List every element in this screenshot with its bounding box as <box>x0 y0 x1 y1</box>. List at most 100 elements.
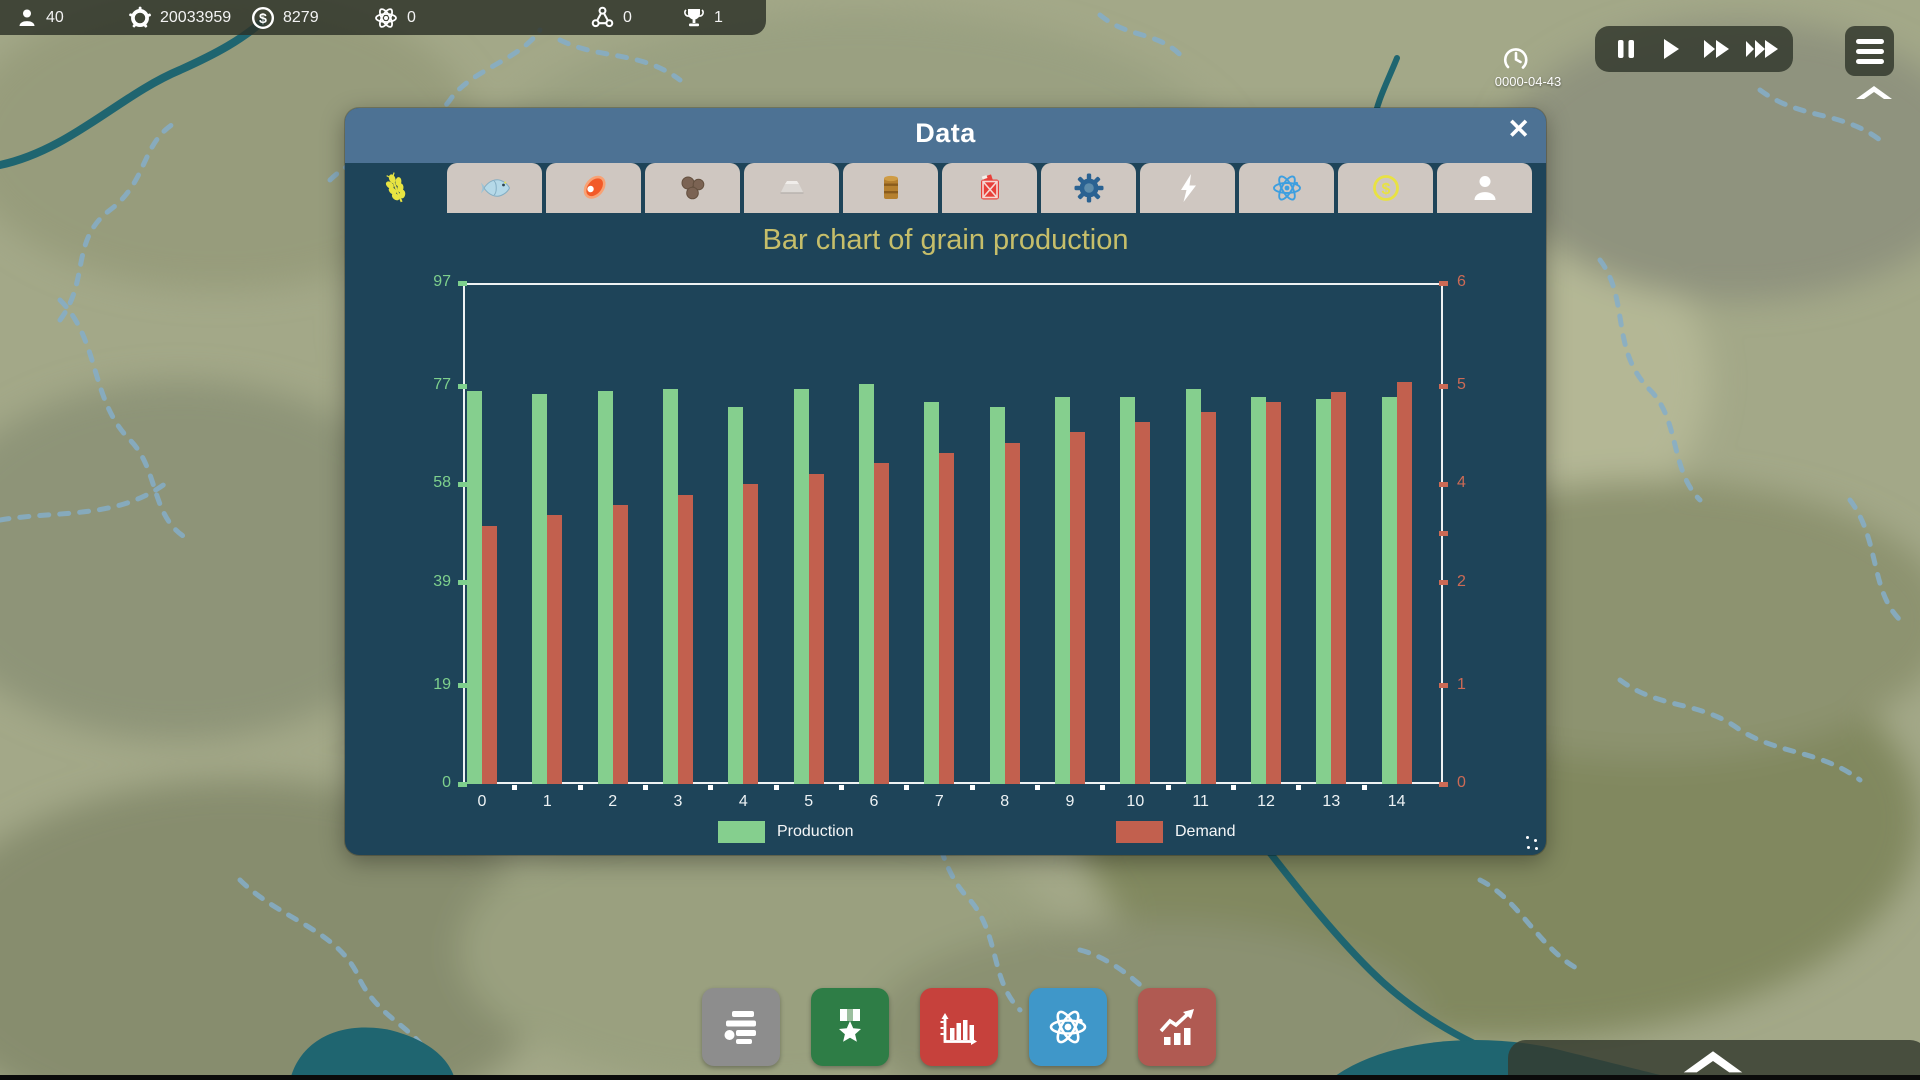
atom-icon <box>373 5 399 31</box>
production-bar <box>1120 397 1135 784</box>
right-axis-tick-label: 2 <box>1457 573 1497 591</box>
info-panel-button[interactable] <box>702 988 780 1066</box>
right-axis-tick <box>1439 580 1448 585</box>
demand-bar <box>547 515 562 784</box>
x-axis-label: 13 <box>1314 793 1348 811</box>
production-bar <box>924 402 939 784</box>
network-icon <box>590 5 615 30</box>
production-bar <box>532 394 547 784</box>
legend-production: Production <box>718 820 854 844</box>
playback-controls <box>1595 26 1793 72</box>
production-bar <box>1186 389 1201 784</box>
chart-layer: 9767755843921910001234567891011121314 <box>345 108 1546 855</box>
right-axis-tick <box>1439 782 1448 787</box>
legend-label: Production <box>777 823 854 841</box>
bottom-right-panel <box>1508 1040 1920 1080</box>
clock-icon <box>1501 44 1531 74</box>
x-axis-label: 1 <box>530 793 564 811</box>
list-icon <box>718 1004 764 1050</box>
resource-value: 8279 <box>283 9 319 27</box>
right-axis-minor-tick <box>1439 531 1448 536</box>
right-axis-tick <box>1439 683 1448 688</box>
fast-forward-button[interactable] <box>1699 31 1735 67</box>
x-axis-label: 6 <box>857 793 891 811</box>
right-axis-tick-label: 6 <box>1457 273 1497 291</box>
pause-button[interactable] <box>1608 31 1644 67</box>
demand-bar <box>482 526 497 784</box>
resource-bar: 40 20033959 $ 8279 <box>0 0 766 35</box>
play-button[interactable] <box>1653 31 1689 67</box>
demand-bar <box>1201 412 1216 784</box>
menu-button[interactable] <box>1845 26 1894 76</box>
x-axis-label: 11 <box>1184 793 1218 811</box>
resource-achievements: 1 <box>682 0 723 35</box>
legend-demand: Demand <box>1116 820 1235 844</box>
left-axis-tick <box>458 580 467 585</box>
demand-bar <box>1005 443 1020 784</box>
fastest-button[interactable] <box>1744 31 1780 67</box>
production-bar <box>728 407 743 784</box>
resource-value: 1 <box>714 9 723 27</box>
demand-bar <box>809 474 824 784</box>
resource-logistics: 0 <box>590 0 632 35</box>
svg-text:$: $ <box>259 11 267 27</box>
x-axis-label: 10 <box>1118 793 1152 811</box>
right-axis-tick <box>1439 384 1448 389</box>
x-axis-label: 14 <box>1380 793 1414 811</box>
demand-bar <box>613 505 628 784</box>
left-axis-tick <box>458 482 467 487</box>
game-screen: 40 20033959 $ 8279 <box>0 0 1920 1080</box>
left-axis-tick-label: 58 <box>411 474 451 492</box>
resize-handle[interactable] <box>1524 836 1538 850</box>
resource-production: 20033959 <box>128 0 231 35</box>
production-bar <box>859 384 874 784</box>
production-bar <box>1316 399 1331 784</box>
dollar-circle-icon: $ <box>251 6 275 30</box>
chevron-up-icon[interactable] <box>1680 1048 1746 1074</box>
demand-bar <box>743 484 758 784</box>
bar-chart-icon <box>936 1004 982 1050</box>
x-axis-label: 9 <box>1053 793 1087 811</box>
right-axis-tick <box>1439 281 1448 286</box>
production-swatch <box>718 821 765 843</box>
left-axis-tick-label: 77 <box>411 376 451 394</box>
achievements-button[interactable] <box>811 988 889 1066</box>
left-axis-tick-label: 97 <box>411 273 451 291</box>
production-bar <box>598 391 613 784</box>
left-axis-tick-label: 19 <box>411 676 451 694</box>
x-axis-tick <box>1296 785 1301 790</box>
x-axis-tick <box>1362 785 1367 790</box>
data-charts-button[interactable] <box>920 988 998 1066</box>
left-axis-tick <box>458 683 467 688</box>
right-axis-tick-label: 0 <box>1457 774 1497 792</box>
x-axis-tick <box>1231 785 1236 790</box>
demand-bar <box>1135 422 1150 784</box>
demand-bar <box>1070 432 1085 784</box>
resource-value: 20033959 <box>160 9 231 27</box>
science-button[interactable] <box>1029 988 1107 1066</box>
x-axis-tick <box>970 785 975 790</box>
chevron-up-icon[interactable] <box>1856 84 1892 100</box>
production-bar <box>794 389 809 784</box>
resource-value: 0 <box>623 9 632 27</box>
right-axis-tick-label: 5 <box>1457 376 1497 394</box>
resource-population: 40 <box>16 0 64 35</box>
production-bar <box>1055 397 1070 784</box>
person-icon <box>16 7 38 29</box>
screen-edge <box>0 1075 1920 1080</box>
trend-icon <box>1154 1004 1200 1050</box>
x-axis-label: 4 <box>726 793 760 811</box>
production-bar <box>663 389 678 784</box>
x-axis-tick <box>643 785 648 790</box>
x-axis-label: 7 <box>922 793 956 811</box>
production-bar <box>1251 397 1266 784</box>
right-axis-tick-label: 4 <box>1457 474 1497 492</box>
production-bar <box>990 407 1005 784</box>
right-axis-tick <box>1439 482 1448 487</box>
legend-label: Demand <box>1175 823 1235 841</box>
left-axis-tick <box>458 281 467 286</box>
x-axis-tick <box>578 785 583 790</box>
demand-bar <box>1266 402 1281 784</box>
statistics-button[interactable] <box>1138 988 1216 1066</box>
x-axis-label: 12 <box>1249 793 1283 811</box>
